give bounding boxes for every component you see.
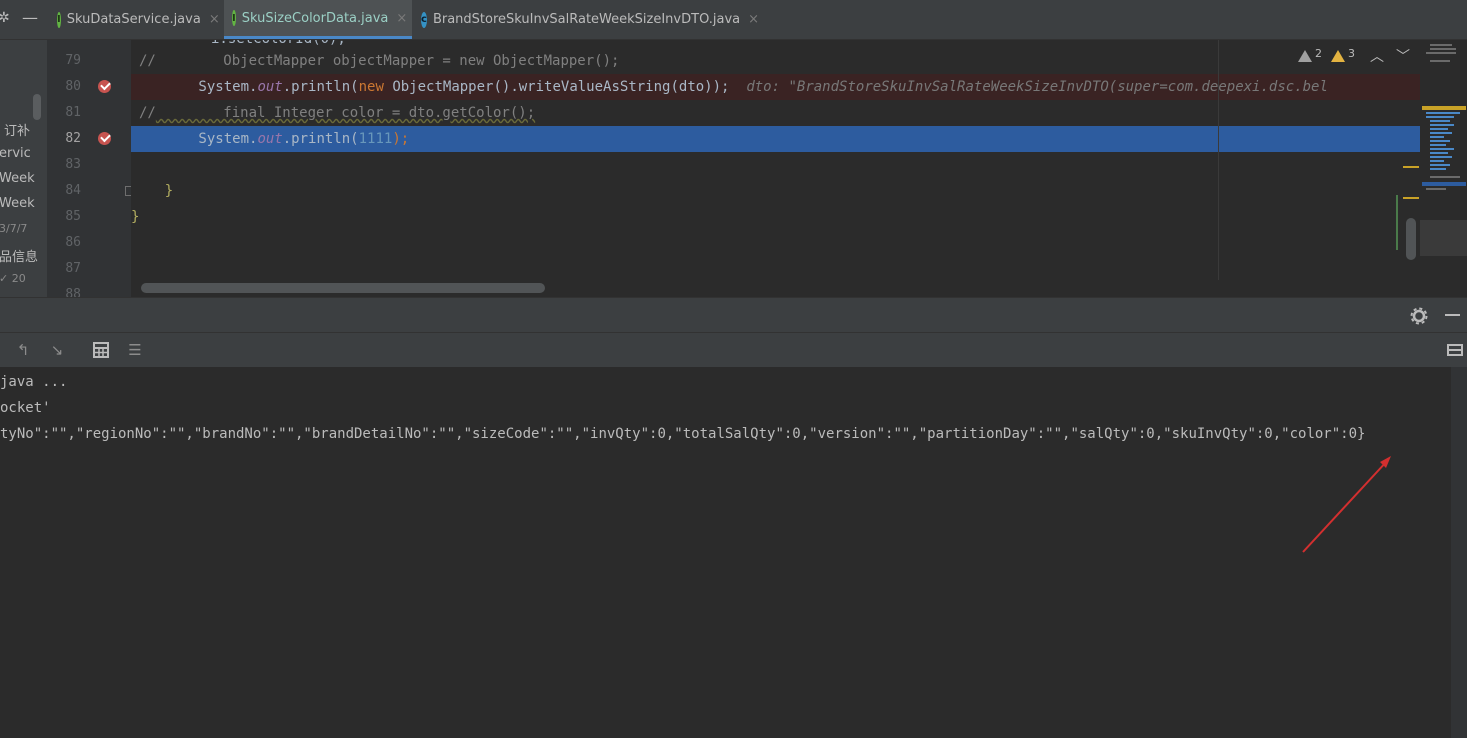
line-number: 80 <box>65 79 81 94</box>
console-output[interactable]: java ... ocket' tyNo":"","regionNo":"","… <box>0 367 1451 738</box>
interface-icon: I <box>232 10 236 26</box>
comment-marker: // <box>139 105 156 121</box>
right-margin-guide <box>1218 40 1219 280</box>
debug-inline-value[interactable]: dto: "BrandStoreSkuInvSalRateWeekSizeInv… <box>729 79 1328 95</box>
debug-panel-header <box>0 297 1467 333</box>
gear-icon[interactable] <box>1410 307 1428 325</box>
tree-item[interactable]: ervic <box>0 146 31 161</box>
warning-count: 3 <box>1348 46 1355 60</box>
code-line-84: } <box>131 178 1420 204</box>
project-tree-panel: 订补 ervic Week Week 3/7/7 品信息 ✓ 20 <box>0 40 47 297</box>
tab-sku-data-service[interactable]: I SkuDataService.java × <box>49 0 223 39</box>
close-icon[interactable]: × <box>748 12 759 27</box>
editor-gutter: 79 80 81 82 83 84 85 86 87 88 <box>47 40 131 297</box>
interface-icon: I <box>57 11 61 28</box>
line-number: 82 <box>65 131 81 146</box>
trace-icon[interactable]: ☰ <box>126 341 144 359</box>
line-number: 86 <box>65 235 81 250</box>
line-number: 87 <box>65 261 81 276</box>
code-text: final Integer color = dto.getColor(); <box>155 105 536 121</box>
console-line: java ... <box>0 374 68 390</box>
code-line-79: // ObjectMapper objectMapper = new Objec… <box>131 48 1420 74</box>
step-out-icon[interactable]: ↰ <box>14 341 32 359</box>
tab-sku-size-color-data[interactable]: I SkuSizeColorData.java × <box>224 0 412 39</box>
code-text: ); <box>392 131 410 147</box>
tree-item[interactable]: Week <box>0 171 35 186</box>
evaluate-expression-icon[interactable] <box>92 341 110 359</box>
code-line-85: } <box>131 204 1420 230</box>
code-number: 1111 <box>358 131 393 147</box>
code-text: System. <box>131 79 258 95</box>
minimize-icon[interactable] <box>1445 314 1460 316</box>
code-keyword: new <box>358 79 384 95</box>
class-icon: c <box>421 11 427 28</box>
tree-scrollbar[interactable] <box>33 94 41 120</box>
code-editor[interactable]: i.setColorId(0); // ObjectMapper objectM… <box>131 40 1420 297</box>
console-scrollbar[interactable] <box>1451 367 1467 738</box>
weak-warning-count: 2 <box>1315 46 1322 60</box>
code-line-81: // final Integer color = dto.getColor(); <box>131 100 1420 126</box>
warning-stripe[interactable] <box>1403 197 1419 199</box>
tree-item[interactable]: 3/7/7 <box>0 222 27 235</box>
chevron-down-icon[interactable]: ﹀ <box>1396 46 1410 66</box>
tree-item[interactable]: 品信息 <box>0 246 38 265</box>
weak-warning-icon <box>1298 50 1312 62</box>
horizontal-scrollbar[interactable] <box>141 283 545 293</box>
annotation-arrow-icon <box>1302 456 1391 553</box>
chevron-up-icon[interactable]: ︿ <box>1370 46 1384 66</box>
tree-item[interactable]: Week <box>0 196 35 211</box>
code-text: } <box>131 183 174 199</box>
editor-tab-bar: ✲ — I SkuDataService.java × I SkuSizeCol… <box>0 0 1467 40</box>
code-text: } <box>131 209 140 225</box>
tree-item[interactable]: ✓ 20 <box>0 272 26 285</box>
close-icon[interactable]: × <box>396 11 407 26</box>
code-text: .println( <box>282 79 359 95</box>
code-line-80: System.out.println(new ObjectMapper().wr… <box>131 74 1420 100</box>
close-icon[interactable]: × <box>209 12 220 27</box>
line-number: 81 <box>65 105 81 120</box>
warning-icon <box>1331 50 1345 62</box>
line-number: 88 <box>65 287 81 297</box>
code-text: ObjectMapper().writeValueAsString(dto)); <box>383 79 730 95</box>
inspection-widget[interactable]: 2 3 ︿ ﹀ <box>1298 46 1416 66</box>
vertical-scrollbar[interactable] <box>1406 218 1416 260</box>
tab-brand-store-dto[interactable]: c BrandStoreSkuInvSalRateWeekSizeInvDTO.… <box>413 0 759 39</box>
tab-label: SkuDataService.java <box>66 12 201 27</box>
vcs-stripe[interactable] <box>1396 195 1398 250</box>
code-static-field: out <box>257 131 283 147</box>
code-text: System. <box>131 131 258 147</box>
line-number: 79 <box>65 53 81 68</box>
run-to-cursor-icon[interactable]: ↘ <box>48 341 66 359</box>
line-number: 83 <box>65 157 81 172</box>
settings-icon[interactable]: ✲ <box>0 10 10 26</box>
console-line: ocket' <box>0 400 51 416</box>
line-number: 85 <box>65 209 81 224</box>
comment-marker: // <box>139 53 156 69</box>
warning-stripe[interactable] <box>1403 166 1419 168</box>
tree-item[interactable]: 订补 <box>4 120 30 139</box>
tab-label: SkuSizeColorData.java <box>241 10 389 26</box>
code-static-field: out <box>257 79 283 95</box>
code-minimap[interactable] <box>1420 40 1467 297</box>
tab-label: BrandStoreSkuInvSalRateWeekSizeInvDTO.ja… <box>432 12 741 27</box>
line-number: 84 <box>65 183 81 198</box>
breakpoint-icon[interactable] <box>98 132 111 145</box>
code-text: .println( <box>282 131 359 147</box>
code-text: ObjectMapper objectMapper = new ObjectMa… <box>155 53 620 69</box>
console-line: tyNo":"","regionNo":"","brandNo":"","bra… <box>0 426 1366 442</box>
layout-icon[interactable] <box>1446 341 1464 359</box>
breakpoint-icon[interactable] <box>98 80 111 93</box>
debug-toolbar: ↰ ↘ ☰ <box>0 332 1467 368</box>
minimize-icon[interactable]: — <box>22 8 38 27</box>
code-line-82: System.out.println(1111); <box>131 126 1420 152</box>
